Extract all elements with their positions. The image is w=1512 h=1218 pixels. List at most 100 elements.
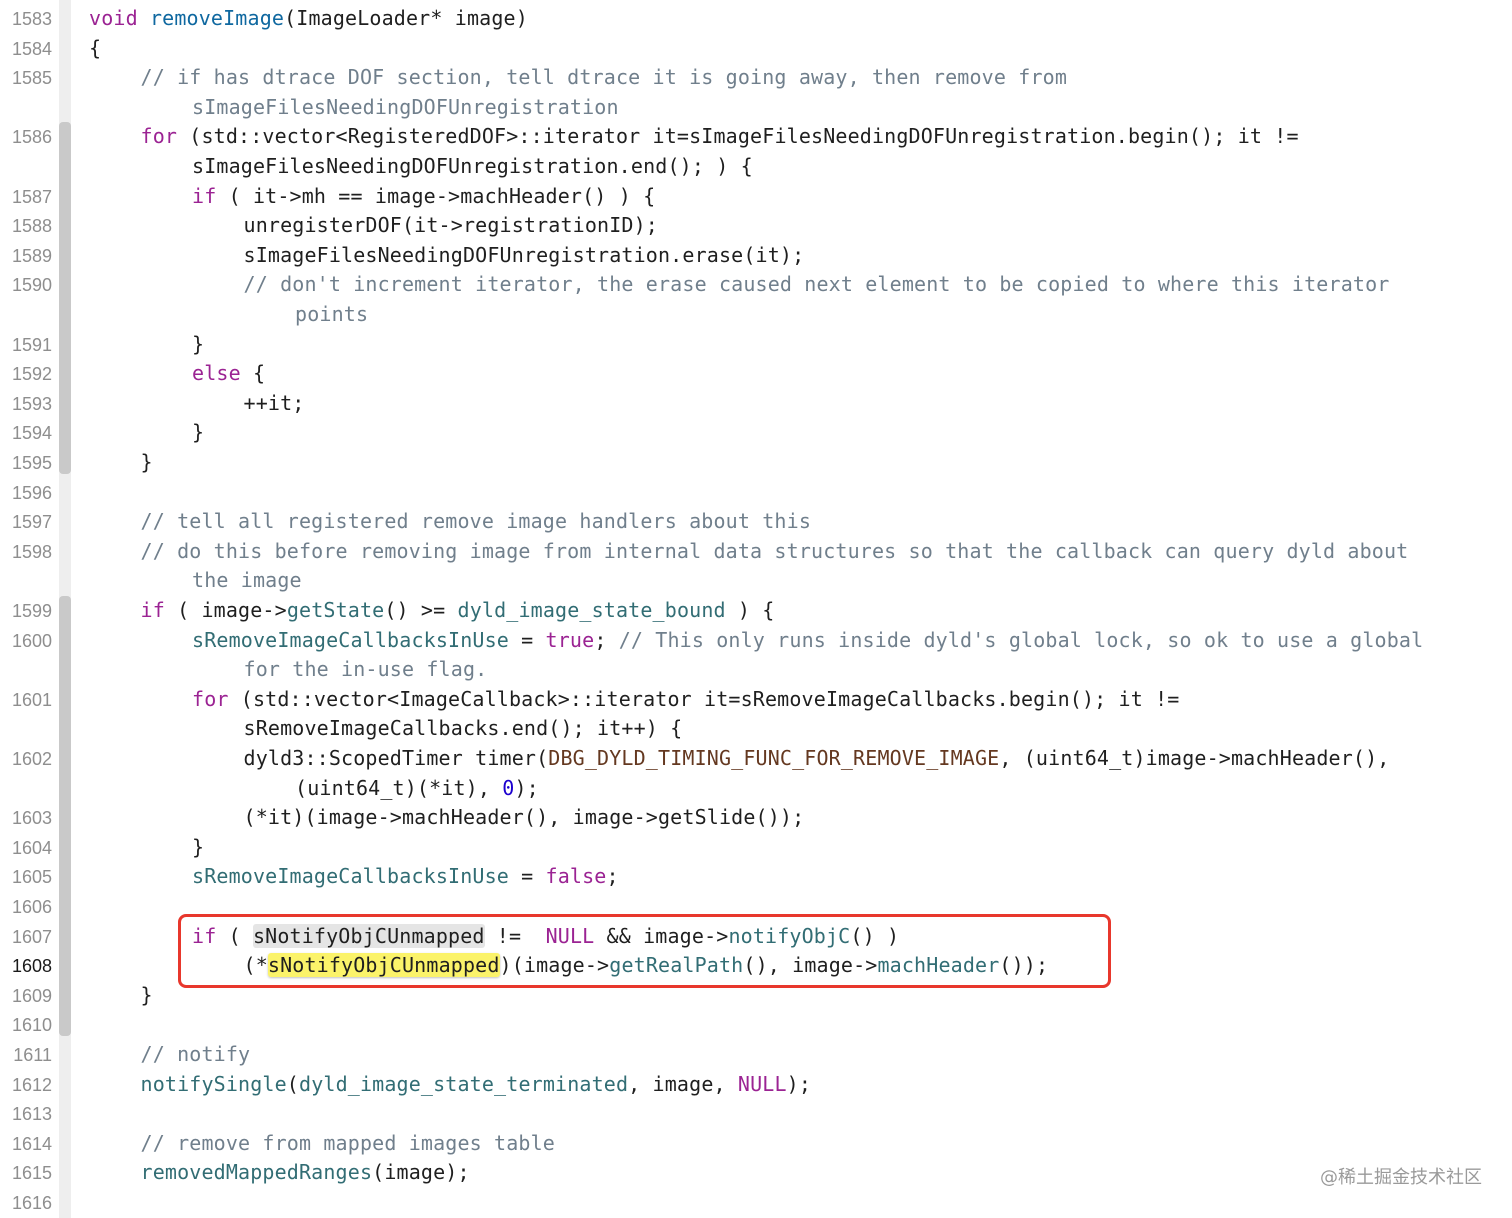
code-line-wrap[interactable]: (uint64_t)(*it), 0); <box>295 776 539 800</box>
code-line[interactable]: // remove from mapped images table <box>141 1131 556 1155</box>
code-line[interactable]: } <box>141 983 153 1007</box>
code-line[interactable]: if ( it->mh == image->machHeader() ) { <box>192 184 655 208</box>
code-token: points <box>295 302 369 326</box>
code-line[interactable]: sRemoveImageCallbacksInUse = true; // Th… <box>192 628 1423 652</box>
code-token: // if has dtrace DOF section, tell dtrac… <box>140 65 1068 90</box>
code-line-wrap[interactable]: for the in-use flag. <box>244 657 488 681</box>
code-token: = <box>508 627 546 652</box>
code-line[interactable]: dyld3::ScopedTimer timer(DBG_DYLD_TIMING… <box>244 746 1390 770</box>
code-token: , (uint64_t)image->machHeader(), <box>999 746 1390 770</box>
code-token: ; <box>606 864 619 889</box>
line-number: 1611 <box>13 1045 52 1065</box>
code-token: dyld_image_state_bound <box>457 598 726 622</box>
code-line[interactable]: unregisterDOF(it->registrationID); <box>244 213 659 237</box>
line-number: 1590 <box>11 275 52 296</box>
code-line[interactable]: sImageFilesNeedingDOFUnregistration.eras… <box>244 243 805 267</box>
code-token: } <box>192 834 205 859</box>
code-token: sRemoveImageCallbacksInUse <box>192 864 509 889</box>
code-token: // tell all registered remove image hand… <box>140 509 812 534</box>
watermark: @稀土掘金技术社区 <box>1320 1167 1482 1188</box>
line-number: 1585 <box>11 68 52 89</box>
code-line[interactable]: void removeImage(ImageLoader* image) <box>89 6 528 30</box>
line-number: 1608 <box>11 956 52 977</box>
line-number: 1596 <box>11 482 52 503</box>
code-token: false <box>545 864 607 889</box>
code-line-wrap[interactable]: points <box>295 302 368 326</box>
annotation-highlight-box <box>178 914 1111 988</box>
code-line[interactable]: } <box>192 835 204 859</box>
code-line[interactable]: { <box>89 36 101 60</box>
code-token: ); <box>514 775 539 800</box>
code-line[interactable]: // tell all registered remove image hand… <box>141 509 812 533</box>
code-token: (image); <box>372 1160 470 1185</box>
line-number: 1606 <box>11 897 52 917</box>
code-line[interactable]: if ( image->getState() >= dyld_image_sta… <box>141 598 775 622</box>
code-line[interactable]: } <box>141 450 153 474</box>
code-line[interactable]: (*it)(image->machHeader(), image->getSli… <box>244 805 805 829</box>
code-token: NULL <box>737 1071 787 1096</box>
code-token: } <box>140 982 153 1007</box>
line-number: 1615 <box>11 1163 52 1184</box>
code-editor[interactable]: 1583 void removeImage(ImageLoader* image)… <box>0 0 1512 1218</box>
code-line[interactable]: for (std::vector<ImageCallback>::iterato… <box>192 687 1179 711</box>
code-line[interactable]: } <box>192 332 204 356</box>
line-number: 1583 <box>11 9 52 29</box>
code-token: true <box>545 627 595 652</box>
code-token: ( it->mh == image->machHeader() ) { <box>216 183 656 208</box>
code-line[interactable]: // do this before removing image from in… <box>141 539 1409 563</box>
code-token: for <box>140 124 178 149</box>
line-number: 1586 <box>11 127 52 148</box>
code-line[interactable]: for (std::vector<RegisteredDOF>::iterato… <box>141 124 1299 148</box>
line-number: 1614 <box>11 1133 52 1154</box>
line-number: 1589 <box>11 245 52 266</box>
line-number: 1602 <box>11 749 52 769</box>
code-token: { <box>89 35 102 60</box>
code-token: void <box>89 6 138 30</box>
line-number: 1588 <box>11 216 52 237</box>
code-token: (ImageLoader* image) <box>284 6 528 30</box>
line-number: 1592 <box>11 364 52 385</box>
fold-region[interactable] <box>59 744 71 888</box>
line-number: 1597 <box>11 512 52 533</box>
code-line[interactable]: // if has dtrace DOF section, tell dtrac… <box>141 65 1068 89</box>
code-line[interactable]: notifySingle(dyld_image_state_terminated… <box>141 1072 812 1096</box>
code-token: (std::vector<ImageCallback>::iterator it… <box>228 686 1180 711</box>
code-token: unregisterDOF(it->registrationID); <box>243 213 658 238</box>
line-number: 1593 <box>11 393 52 414</box>
code-line[interactable]: ++it; <box>244 391 305 415</box>
code-token: the image <box>192 568 302 593</box>
code-token: sImageFilesNeedingDOFUnregistration.eras… <box>243 242 805 267</box>
code-line[interactable]: } <box>192 420 204 444</box>
code-token: DBG_DYLD_TIMING_FUNC_FOR_REMOVE_IMAGE <box>548 746 1000 770</box>
line-number: 1595 <box>11 453 52 473</box>
code-token: (uint64_t)(*it), <box>295 775 503 800</box>
code-token: // don't increment iterator, the erase c… <box>243 272 1390 297</box>
line-number: 1613 <box>11 1104 52 1125</box>
code-line[interactable]: sRemoveImageCallbacksInUse = false; <box>192 864 619 888</box>
code-token: = <box>508 864 546 889</box>
code-token: removedMappedRanges <box>140 1160 373 1185</box>
code-token: for the in-use flag. <box>243 657 488 682</box>
code-line-wrap[interactable]: the image <box>192 568 302 592</box>
code-token: notifySingle <box>140 1071 287 1096</box>
code-token: ( image-> <box>164 598 287 622</box>
code-token: // This only runs inside dyld's global l… <box>618 627 1424 652</box>
fold-region[interactable] <box>59 951 71 1007</box>
code-line[interactable]: // notify <box>141 1042 251 1066</box>
code-token: removeImage <box>149 6 285 30</box>
code-token: getState <box>286 598 385 622</box>
code-line-wrap[interactable]: sRemoveImageCallbacks.end(); it++) { <box>244 716 683 740</box>
code-line[interactable]: removedMappedRanges(image); <box>141 1160 470 1184</box>
code-line-wrap[interactable]: sImageFilesNeedingDOFUnregistration <box>192 95 619 119</box>
fold-region[interactable] <box>59 270 71 356</box>
code-token: for <box>192 686 229 711</box>
code-line-wrap[interactable]: sImageFilesNeedingDOFUnregistration.end(… <box>192 154 753 178</box>
code-token: (std::vector<RegisteredDOF>::iterator it… <box>177 124 1299 149</box>
code-line[interactable]: else { <box>192 361 265 385</box>
line-number: 1603 <box>11 808 52 829</box>
line-number: 1584 <box>11 38 52 59</box>
line-number: 1607 <box>11 926 52 947</box>
code-line[interactable]: // don't increment iterator, the erase c… <box>244 272 1390 296</box>
code-token: ; <box>594 627 619 652</box>
